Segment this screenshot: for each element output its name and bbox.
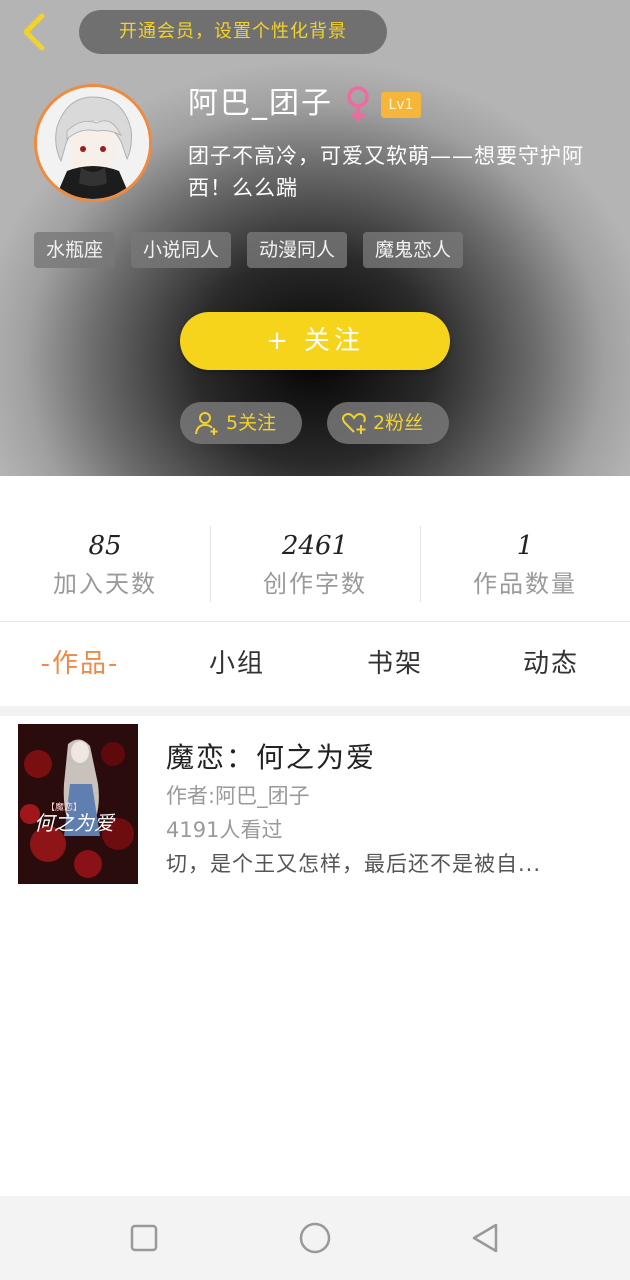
stat-word-count: 2461 创作字数 (210, 526, 420, 602)
book-views: 4191人看过 (166, 818, 283, 842)
book-cover-image[interactable]: 【魔恋】 何之为爱 (18, 724, 138, 884)
plus-icon: + (266, 326, 292, 356)
tag-diabolik-lovers[interactable]: 魔鬼恋人 (363, 232, 464, 268)
stats-bar: 85 加入天数 2461 创作字数 1 作品数量 (0, 476, 630, 622)
user-bio: 团子不高冷，可爱又软萌——想要守护阿西！么么踹 (188, 144, 584, 200)
section-gap (0, 706, 630, 716)
follow-button-label: 关注 (303, 326, 364, 356)
heart-plus-icon (342, 413, 366, 434)
stat-works-count: 1 作品数量 (420, 526, 630, 602)
system-nav-bar (0, 1196, 630, 1280)
stat-label: 加入天数 (53, 570, 157, 598)
following-count-button[interactable]: 5关注 (180, 402, 302, 444)
book-author: 作者:阿巴_团子 (166, 784, 310, 808)
circle-icon[interactable] (295, 1218, 335, 1258)
tag-anime-fanfic[interactable]: 动漫同人 (247, 232, 348, 268)
female-icon (347, 86, 369, 122)
svg-text:何之为爱: 何之为爱 (34, 811, 116, 835)
book-description: 切，是个王又怎样，最后还不是被自... (166, 852, 542, 876)
tag-novel-fanfic[interactable]: 小说同人 (131, 232, 232, 268)
level-badge: Lv1 (381, 92, 421, 118)
avatar[interactable] (34, 84, 152, 202)
tag-zodiac[interactable]: 水瓶座 (34, 232, 116, 268)
tab-groups[interactable]: 小组 (172, 622, 302, 706)
stat-value: 85 (88, 531, 122, 561)
avatar-image (37, 87, 149, 199)
chevron-left-icon[interactable] (14, 10, 54, 54)
fans-count-label: 2粉丝 (373, 412, 424, 434)
tag-list: 水瓶座 小说同人 动漫同人 魔鬼恋人 (34, 232, 464, 268)
profile-header: 开通会员，设置个性化背景 阿巴_团子 Lv1 团子不高冷，可爱又软萌——想要守护… (0, 0, 630, 476)
triangle-back-icon[interactable] (466, 1218, 506, 1258)
tab-works[interactable]: -作品- (10, 622, 150, 706)
stat-label: 作品数量 (473, 570, 577, 598)
vip-background-banner[interactable]: 开通会员，设置个性化背景 (79, 10, 387, 54)
fans-count-button[interactable]: 2粉丝 (327, 402, 449, 444)
stat-value: 1 (516, 531, 534, 561)
book-title: 魔恋：何之为爱 (166, 741, 377, 774)
stat-value: 2461 (281, 531, 349, 561)
square-icon[interactable] (124, 1218, 164, 1258)
follow-button[interactable]: + 关注 (180, 312, 450, 370)
tab-activity[interactable]: 动态 (486, 622, 616, 706)
stat-label: 创作字数 (263, 570, 367, 598)
stat-join-days: 85 加入天数 (0, 526, 210, 602)
tab-bookshelf[interactable]: 书架 (330, 622, 460, 706)
username: 阿巴_团子 (188, 86, 333, 121)
profile-tabs: -作品- 小组 书架 动态 (0, 622, 630, 706)
following-count-label: 5关注 (226, 412, 277, 434)
user-plus-icon (195, 412, 218, 435)
work-list-item[interactable]: 【魔恋】 何之为爱 魔恋：何之为爱 作者:阿巴_团子 4191人看过 切，是个王… (10, 716, 622, 892)
